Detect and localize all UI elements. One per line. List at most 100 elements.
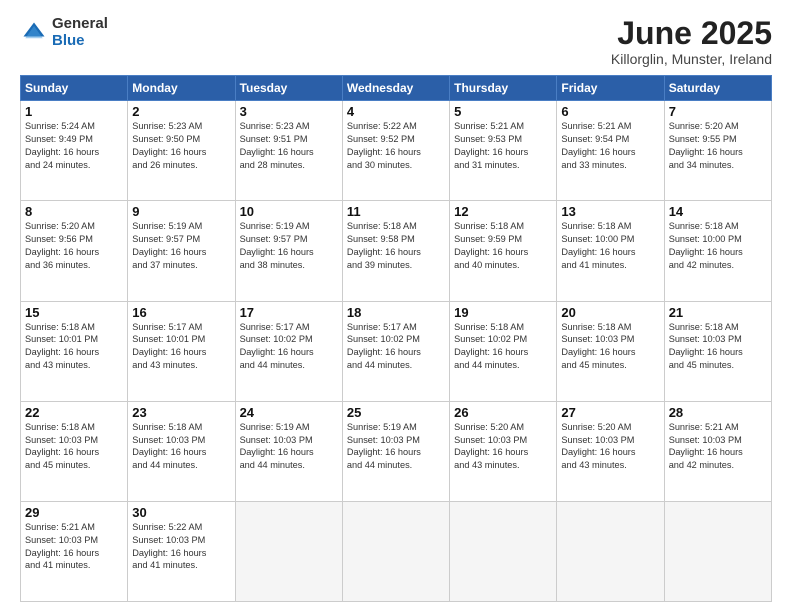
day-number: 6 [561, 104, 659, 119]
day-number: 24 [240, 405, 338, 420]
day-number: 10 [240, 204, 338, 219]
day-info: Sunrise: 5:19 AM Sunset: 10:03 PM Daylig… [240, 421, 338, 473]
calendar-day-6: 6Sunrise: 5:21 AM Sunset: 9:54 PM Daylig… [557, 101, 664, 201]
day-number: 5 [454, 104, 552, 119]
day-number: 8 [25, 204, 123, 219]
calendar-day-empty [557, 501, 664, 601]
header: General Blue June 2025 Killorglin, Munst… [20, 16, 772, 67]
calendar-day-8: 8Sunrise: 5:20 AM Sunset: 9:56 PM Daylig… [21, 201, 128, 301]
calendar-day-16: 16Sunrise: 5:17 AM Sunset: 10:01 PM Dayl… [128, 301, 235, 401]
day-number: 13 [561, 204, 659, 219]
calendar-week-4: 29Sunrise: 5:21 AM Sunset: 10:03 PM Dayl… [21, 501, 772, 601]
day-number: 27 [561, 405, 659, 420]
calendar-day-29: 29Sunrise: 5:21 AM Sunset: 10:03 PM Dayl… [21, 501, 128, 601]
calendar-week-1: 8Sunrise: 5:20 AM Sunset: 9:56 PM Daylig… [21, 201, 772, 301]
calendar-day-23: 23Sunrise: 5:18 AM Sunset: 10:03 PM Dayl… [128, 401, 235, 501]
day-number: 9 [132, 204, 230, 219]
calendar-day-empty [664, 501, 771, 601]
day-info: Sunrise: 5:20 AM Sunset: 9:55 PM Dayligh… [669, 120, 767, 172]
logo-text: General Blue [52, 16, 108, 49]
day-info: Sunrise: 5:22 AM Sunset: 10:03 PM Daylig… [132, 521, 230, 573]
calendar-day-17: 17Sunrise: 5:17 AM Sunset: 10:02 PM Dayl… [235, 301, 342, 401]
logo: General Blue [20, 16, 108, 49]
day-number: 7 [669, 104, 767, 119]
calendar-week-2: 15Sunrise: 5:18 AM Sunset: 10:01 PM Dayl… [21, 301, 772, 401]
title-block: June 2025 Killorglin, Munster, Ireland [611, 16, 772, 67]
col-header-friday: Friday [557, 76, 664, 101]
day-info: Sunrise: 5:18 AM Sunset: 10:03 PM Daylig… [25, 421, 123, 473]
day-number: 12 [454, 204, 552, 219]
calendar-day-empty [235, 501, 342, 601]
calendar-day-24: 24Sunrise: 5:19 AM Sunset: 10:03 PM Dayl… [235, 401, 342, 501]
calendar-day-1: 1Sunrise: 5:24 AM Sunset: 9:49 PM Daylig… [21, 101, 128, 201]
day-info: Sunrise: 5:17 AM Sunset: 10:02 PM Daylig… [347, 321, 445, 373]
day-number: 25 [347, 405, 445, 420]
calendar-day-15: 15Sunrise: 5:18 AM Sunset: 10:01 PM Dayl… [21, 301, 128, 401]
day-info: Sunrise: 5:23 AM Sunset: 9:50 PM Dayligh… [132, 120, 230, 172]
day-info: Sunrise: 5:21 AM Sunset: 9:53 PM Dayligh… [454, 120, 552, 172]
calendar-day-2: 2Sunrise: 5:23 AM Sunset: 9:50 PM Daylig… [128, 101, 235, 201]
calendar-day-26: 26Sunrise: 5:20 AM Sunset: 10:03 PM Dayl… [450, 401, 557, 501]
day-info: Sunrise: 5:19 AM Sunset: 10:03 PM Daylig… [347, 421, 445, 473]
day-info: Sunrise: 5:19 AM Sunset: 9:57 PM Dayligh… [132, 220, 230, 272]
calendar-day-12: 12Sunrise: 5:18 AM Sunset: 9:59 PM Dayli… [450, 201, 557, 301]
calendar-day-5: 5Sunrise: 5:21 AM Sunset: 9:53 PM Daylig… [450, 101, 557, 201]
calendar-day-4: 4Sunrise: 5:22 AM Sunset: 9:52 PM Daylig… [342, 101, 449, 201]
col-header-wednesday: Wednesday [342, 76, 449, 101]
day-number: 11 [347, 204, 445, 219]
col-header-saturday: Saturday [664, 76, 771, 101]
col-header-monday: Monday [128, 76, 235, 101]
month-title: June 2025 [611, 16, 772, 51]
day-number: 30 [132, 505, 230, 520]
day-number: 22 [25, 405, 123, 420]
col-header-sunday: Sunday [21, 76, 128, 101]
day-info: Sunrise: 5:18 AM Sunset: 10:00 PM Daylig… [561, 220, 659, 272]
day-number: 15 [25, 305, 123, 320]
day-number: 18 [347, 305, 445, 320]
calendar-table: SundayMondayTuesdayWednesdayThursdayFrid… [20, 75, 772, 602]
day-info: Sunrise: 5:18 AM Sunset: 10:03 PM Daylig… [132, 421, 230, 473]
day-info: Sunrise: 5:18 AM Sunset: 10:03 PM Daylig… [669, 321, 767, 373]
day-info: Sunrise: 5:22 AM Sunset: 9:52 PM Dayligh… [347, 120, 445, 172]
day-number: 4 [347, 104, 445, 119]
day-info: Sunrise: 5:18 AM Sunset: 10:00 PM Daylig… [669, 220, 767, 272]
calendar-day-21: 21Sunrise: 5:18 AM Sunset: 10:03 PM Dayl… [664, 301, 771, 401]
day-info: Sunrise: 5:18 AM Sunset: 10:01 PM Daylig… [25, 321, 123, 373]
calendar-day-30: 30Sunrise: 5:22 AM Sunset: 10:03 PM Dayl… [128, 501, 235, 601]
calendar-day-20: 20Sunrise: 5:18 AM Sunset: 10:03 PM Dayl… [557, 301, 664, 401]
calendar-header-row: SundayMondayTuesdayWednesdayThursdayFrid… [21, 76, 772, 101]
day-info: Sunrise: 5:17 AM Sunset: 10:01 PM Daylig… [132, 321, 230, 373]
day-info: Sunrise: 5:18 AM Sunset: 9:58 PM Dayligh… [347, 220, 445, 272]
logo-icon [20, 19, 48, 47]
calendar-day-3: 3Sunrise: 5:23 AM Sunset: 9:51 PM Daylig… [235, 101, 342, 201]
day-info: Sunrise: 5:20 AM Sunset: 9:56 PM Dayligh… [25, 220, 123, 272]
calendar-day-18: 18Sunrise: 5:17 AM Sunset: 10:02 PM Dayl… [342, 301, 449, 401]
logo-general: General [52, 16, 108, 33]
day-number: 3 [240, 104, 338, 119]
day-info: Sunrise: 5:20 AM Sunset: 10:03 PM Daylig… [561, 421, 659, 473]
col-header-thursday: Thursday [450, 76, 557, 101]
calendar-day-28: 28Sunrise: 5:21 AM Sunset: 10:03 PM Dayl… [664, 401, 771, 501]
calendar-week-3: 22Sunrise: 5:18 AM Sunset: 10:03 PM Dayl… [21, 401, 772, 501]
day-number: 28 [669, 405, 767, 420]
day-number: 21 [669, 305, 767, 320]
location: Killorglin, Munster, Ireland [611, 51, 772, 67]
col-header-tuesday: Tuesday [235, 76, 342, 101]
day-info: Sunrise: 5:24 AM Sunset: 9:49 PM Dayligh… [25, 120, 123, 172]
day-number: 29 [25, 505, 123, 520]
calendar-day-22: 22Sunrise: 5:18 AM Sunset: 10:03 PM Dayl… [21, 401, 128, 501]
day-number: 26 [454, 405, 552, 420]
calendar-day-11: 11Sunrise: 5:18 AM Sunset: 9:58 PM Dayli… [342, 201, 449, 301]
day-number: 19 [454, 305, 552, 320]
calendar-day-empty [342, 501, 449, 601]
day-number: 1 [25, 104, 123, 119]
day-number: 16 [132, 305, 230, 320]
day-info: Sunrise: 5:23 AM Sunset: 9:51 PM Dayligh… [240, 120, 338, 172]
day-info: Sunrise: 5:19 AM Sunset: 9:57 PM Dayligh… [240, 220, 338, 272]
day-info: Sunrise: 5:21 AM Sunset: 10:03 PM Daylig… [25, 521, 123, 573]
logo-blue: Blue [52, 33, 108, 50]
day-info: Sunrise: 5:18 AM Sunset: 9:59 PM Dayligh… [454, 220, 552, 272]
page: General Blue June 2025 Killorglin, Munst… [0, 0, 792, 612]
day-info: Sunrise: 5:18 AM Sunset: 10:03 PM Daylig… [561, 321, 659, 373]
day-number: 2 [132, 104, 230, 119]
